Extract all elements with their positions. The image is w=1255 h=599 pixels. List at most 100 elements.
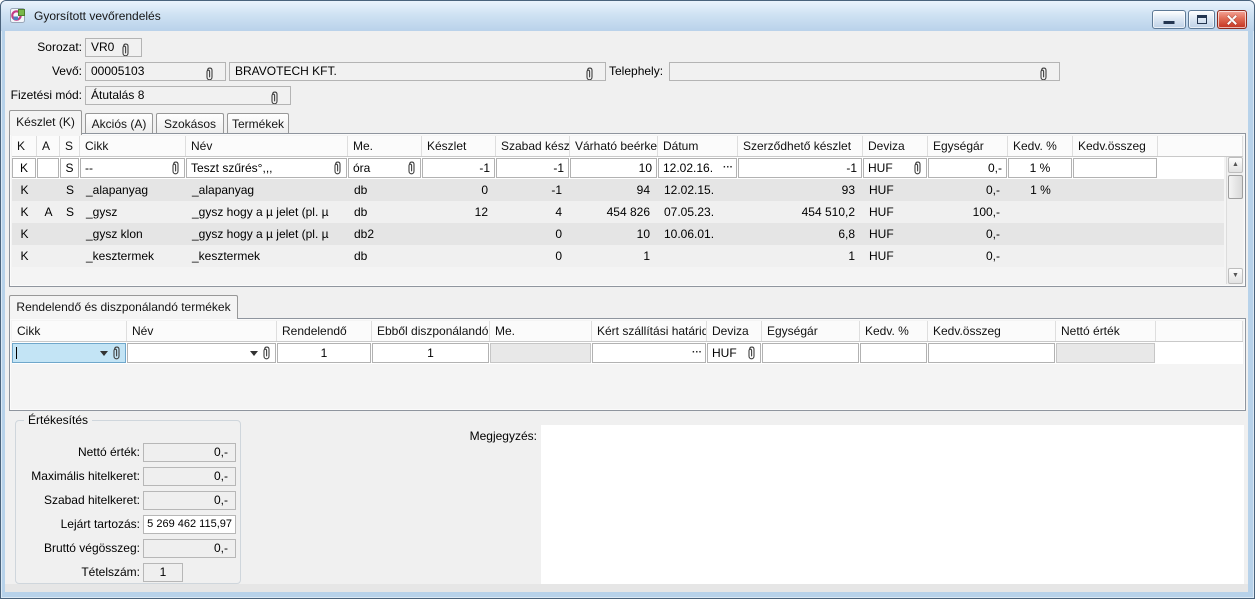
- scroll-thumb[interactable]: [1228, 175, 1243, 199]
- stock-edit-cell[interactable]: [37, 158, 59, 178]
- paperclip-button[interactable]: [407, 161, 417, 178]
- vevo-name-field[interactable]: BRAVOTECH KFT.: [229, 62, 606, 81]
- stock-edit-cell[interactable]: 10: [570, 158, 657, 178]
- stock-edit-cell[interactable]: --: [80, 158, 185, 178]
- stock-edit-cell-value: S: [65, 161, 73, 175]
- stock-edit-row[interactable]: K S -- Teszt szűrés°,,, óra -1 -1 10 12.02.16…: [12, 157, 1224, 179]
- tab-termekek[interactable]: Termékek: [227, 113, 289, 134]
- stock-cell: [1073, 179, 1158, 201]
- stock-edit-cell[interactable]: [1073, 158, 1157, 178]
- close-button[interactable]: [1217, 10, 1247, 29]
- tab-keszlet[interactable]: Készlet (K): [9, 110, 82, 135]
- tab-rendelendo[interactable]: Rendelendő és diszponálandó termékek: [9, 295, 238, 319]
- stock-cell: HUF: [863, 245, 928, 267]
- paperclip-icon: [1039, 67, 1049, 81]
- stock-col-header: Készlet: [422, 136, 496, 156]
- stock-row[interactable]: KS_alapanyag_alapanyagdb0-19412.02.15.93…: [12, 179, 1224, 201]
- stock-edit-cell[interactable]: 1 %: [1008, 158, 1072, 178]
- paperclip-icon: [913, 161, 923, 175]
- nev-combobox[interactable]: [127, 343, 276, 363]
- paperclip-button[interactable]: [747, 346, 757, 363]
- paperclip-button[interactable]: [171, 161, 181, 178]
- stock-edit-cell[interactable]: S: [60, 158, 79, 178]
- stock-cell: 100,-: [928, 201, 1008, 223]
- stock-col-header: Kedv.összeg: [1073, 136, 1158, 156]
- szabad-hitelkeret-label: Szabad hitelkeret:: [18, 491, 140, 510]
- brutto-vegosszeg-label: Bruttó végösszeg:: [18, 539, 140, 558]
- stock-cell: K: [12, 179, 37, 201]
- stock-cell: 1: [738, 245, 863, 267]
- stock-edit-cell-value: óra: [353, 161, 370, 175]
- stock-col-header: Szerződhető készlet: [738, 136, 863, 156]
- stock-cell: 0: [496, 245, 570, 267]
- stock-edit-cell[interactable]: -1: [738, 158, 862, 178]
- stock-cell: _gysz klon: [80, 223, 186, 245]
- scroll-up-icon[interactable]: ▲: [1228, 157, 1243, 173]
- netto-ertek-label: Nettó érték:: [18, 443, 140, 462]
- cikk-combobox[interactable]: [12, 343, 126, 363]
- order-table-header: CikkNévRendelendőEbből diszponálandóMe.K…: [12, 321, 1243, 342]
- stock-edit-cell[interactable]: Teszt szűrés°,,,: [186, 158, 347, 178]
- stock-edit-cell[interactable]: -1: [422, 158, 495, 178]
- app-icon: [10, 7, 27, 24]
- paperclip-icon: [333, 161, 343, 175]
- stock-edit-cell[interactable]: -1: [496, 158, 569, 178]
- vevo-label: Vevő:: [5, 62, 82, 81]
- vevo-code-field[interactable]: 00005103: [85, 62, 226, 81]
- chevron-down-icon[interactable]: [250, 351, 258, 356]
- paperclip-icon: [205, 67, 215, 81]
- stock-edit-cell-value: 10: [639, 161, 652, 175]
- stock-edit-cell[interactable]: óra: [348, 158, 421, 178]
- stock-edit-cell[interactable]: K: [12, 158, 36, 178]
- kedv-osszeg-field[interactable]: [928, 343, 1055, 363]
- minimize-icon: [1164, 21, 1175, 24]
- fizetesi-mod-field[interactable]: Átutalás 8: [85, 86, 291, 105]
- deviza-field[interactable]: HUF: [707, 343, 761, 363]
- order-edit-row[interactable]: 11 ··· HUF: [12, 342, 1243, 364]
- stock-edit-cell-value: Teszt szűrés°,,,: [191, 161, 273, 175]
- minimize-button[interactable]: [1152, 10, 1186, 29]
- paperclip-button[interactable]: [333, 161, 343, 178]
- ellipsis-button[interactable]: ···: [692, 344, 702, 362]
- chevron-down-icon[interactable]: [100, 351, 108, 356]
- ebbol-diszponalando-field[interactable]: 1: [372, 343, 489, 363]
- order-col-header: Egységár: [762, 321, 860, 341]
- order-col-header: Név: [127, 321, 277, 341]
- stock-row[interactable]: K_gysz klon_gysz hogy a µ jelet (pl. µdb…: [12, 223, 1224, 245]
- stock-edit-cell-value: 0,-: [988, 161, 1002, 175]
- stock-col-header: Várható beérkezés: [570, 136, 658, 156]
- paperclip-icon: [171, 161, 181, 175]
- scroll-down-icon[interactable]: ▼: [1228, 268, 1243, 284]
- egysegar-field[interactable]: [762, 343, 859, 363]
- paperclip-button[interactable]: [112, 346, 122, 363]
- tab-akcios[interactable]: Akciós (A): [85, 113, 153, 134]
- sorozat-field[interactable]: VR0: [85, 38, 142, 57]
- rendelendo-field[interactable]: 1: [277, 343, 371, 363]
- stock-edit-cell-value: HUF: [868, 161, 893, 175]
- telephely-field[interactable]: [669, 62, 1060, 81]
- stock-row[interactable]: K_kesztermek_kesztermekdb011HUF0,-: [12, 245, 1224, 267]
- stock-cell: K: [12, 201, 37, 223]
- stock-cell: 0,-: [928, 223, 1008, 245]
- stock-edit-cell[interactable]: 12.02.16.···: [658, 158, 737, 178]
- stock-edit-cell[interactable]: 0,-: [928, 158, 1007, 178]
- ellipsis-button[interactable]: ···: [723, 159, 733, 177]
- stock-edit-cell-value: -1: [553, 161, 564, 175]
- paperclip-button[interactable]: [262, 346, 272, 363]
- stock-cell: K: [12, 245, 37, 267]
- stock-edit-cell[interactable]: HUF: [863, 158, 927, 178]
- paperclip-button[interactable]: [913, 161, 923, 178]
- maximize-button[interactable]: [1188, 10, 1215, 29]
- stock-row[interactable]: KAS_gysz_gysz hogy a µ jelet (pl. µdb124…: [12, 201, 1224, 223]
- stock-cell: _alapanyag: [80, 179, 186, 201]
- megjegyzes-textarea[interactable]: [541, 425, 1244, 584]
- stock-cell: 10: [570, 223, 658, 245]
- stock-cell: db: [348, 245, 422, 267]
- tab-szokasos[interactable]: Szokásos (S): [156, 113, 224, 134]
- kert-szallitasi-hatarido-field[interactable]: ···: [592, 343, 706, 363]
- stock-cell: db: [348, 179, 422, 201]
- stock-col-header: Szabad készlet: [496, 136, 570, 156]
- stock-scrollbar[interactable]: ▲ ▼: [1226, 157, 1243, 284]
- fizetesi-mod-value: Átutalás 8: [91, 88, 144, 102]
- kedv-szazalek-field[interactable]: [860, 343, 927, 363]
